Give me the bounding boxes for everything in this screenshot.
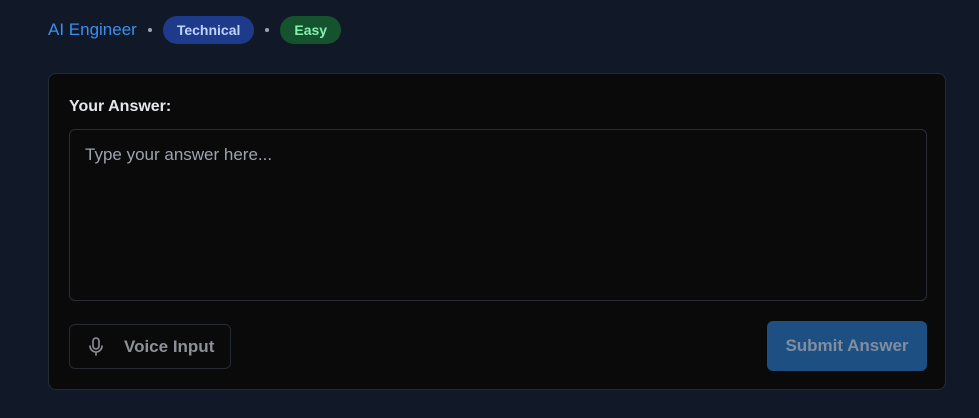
answer-card: Your Answer: Voice Input Submit Answer — [48, 73, 946, 390]
microphone-icon — [88, 337, 104, 357]
separator-dot — [147, 28, 152, 32]
voice-input-label: Voice Input — [124, 336, 215, 356]
difficulty-badge: Easy — [280, 16, 342, 44]
separator-dot — [265, 28, 270, 32]
voice-input-button[interactable]: Voice Input — [69, 324, 231, 369]
answer-textarea[interactable] — [69, 129, 927, 301]
question-meta: AI Engineer Technical Easy — [48, 16, 342, 44]
answer-label: Your Answer: — [69, 98, 172, 115]
category-badge: Technical — [162, 16, 255, 44]
role-title[interactable]: AI Engineer — [48, 16, 137, 44]
submit-answer-button[interactable]: Submit Answer — [767, 321, 927, 371]
